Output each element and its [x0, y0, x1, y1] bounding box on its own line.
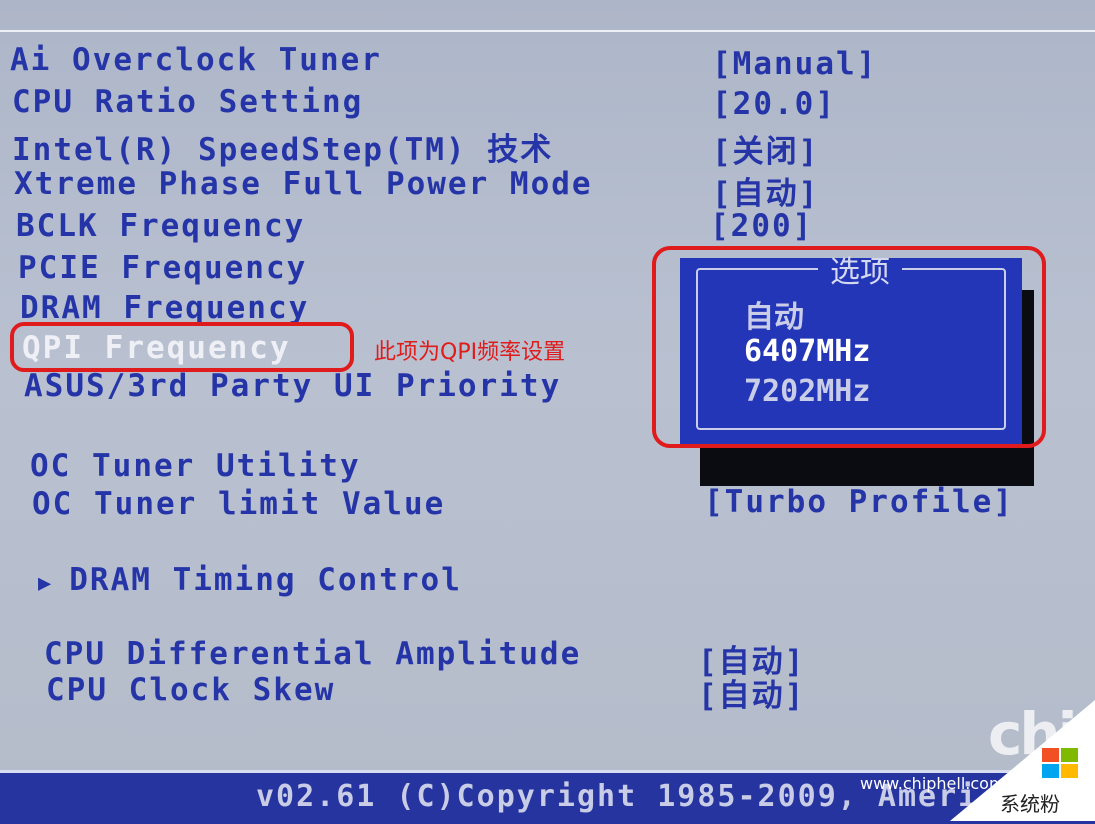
annotation-qpi-highlight [10, 322, 354, 372]
setting-xtreme-phase[interactable]: Xtreme Phase Full Power Mode [14, 166, 593, 202]
submenu-dram-timing[interactable]: ▶ DRAM Timing Control [38, 562, 462, 598]
setting-label: CPU Clock Skew [46, 672, 336, 708]
setting-cpu-diff-amplitude[interactable]: CPU Differential Amplitude [44, 636, 581, 672]
setting-label: Intel(R) SpeedStep(TM) 技术 [12, 132, 554, 168]
setting-ai-overclock-tuner[interactable]: Ai Overclock Tuner [10, 42, 382, 78]
setting-label: Ai Overclock Tuner [10, 42, 382, 78]
submenu-arrow-icon: ▶ [38, 571, 54, 596]
setting-cpu-ratio[interactable]: CPU Ratio Setting [12, 84, 363, 120]
value-speedstep[interactable]: [关闭] [712, 126, 819, 171]
setting-label: CPU Ratio Setting [12, 84, 364, 120]
annotation-note: 此项为QPI频率设置 [374, 340, 566, 365]
setting-pcie-frequency[interactable]: PCIE Frequency [18, 250, 307, 286]
setting-bclk-frequency[interactable]: BCLK Frequency [16, 208, 305, 244]
setting-label: Xtreme Phase Full Power Mode [14, 166, 593, 202]
brand-logo-text: 系统粉 [1000, 792, 1060, 816]
setting-cpu-clock-skew[interactable]: CPU Clock Skew [46, 672, 335, 708]
setting-label: DRAM Frequency [20, 290, 310, 326]
setting-speedstep[interactable]: Intel(R) SpeedStep(TM) 技术 [12, 124, 553, 169]
setting-label: DRAM Timing Control [69, 562, 462, 598]
setting-label: BCLK Frequency [16, 208, 306, 244]
value-oc-tuner-limit[interactable]: [Turbo Profile] [704, 484, 1014, 520]
annotation-popup-highlight [652, 246, 1046, 448]
value-bclk-frequency[interactable]: [200] [710, 208, 813, 244]
top-divider [0, 30, 1095, 32]
setting-label: CPU Differential Amplitude [44, 636, 582, 672]
setting-label: ASUS/3rd Party UI Priority [24, 368, 562, 404]
value-cpu-clock-skew[interactable]: [自动] [698, 670, 805, 715]
setting-oc-tuner-utility[interactable]: OC Tuner Utility [30, 448, 361, 484]
site-watermark: www.chiphell.com [860, 774, 1005, 793]
setting-dram-frequency[interactable]: DRAM Frequency [20, 290, 309, 326]
setting-oc-tuner-limit[interactable]: OC Tuner limit Value [32, 486, 445, 522]
setting-label: PCIE Frequency [18, 250, 308, 286]
setting-ui-priority[interactable]: ASUS/3rd Party UI Priority [24, 368, 561, 404]
windows-logo-icon [1042, 748, 1080, 780]
setting-label: OC Tuner Utility [30, 448, 361, 484]
value-xtreme-phase[interactable]: [自动] [712, 168, 819, 213]
setting-label: OC Tuner limit Value [32, 486, 446, 522]
value-cpu-ratio[interactable]: [20.0] [712, 86, 836, 122]
value-ai-overclock-tuner[interactable]: [Manual] [712, 46, 877, 82]
bios-screen: Ai Overclock Tuner CPU Ratio Setting Int… [0, 0, 1095, 824]
